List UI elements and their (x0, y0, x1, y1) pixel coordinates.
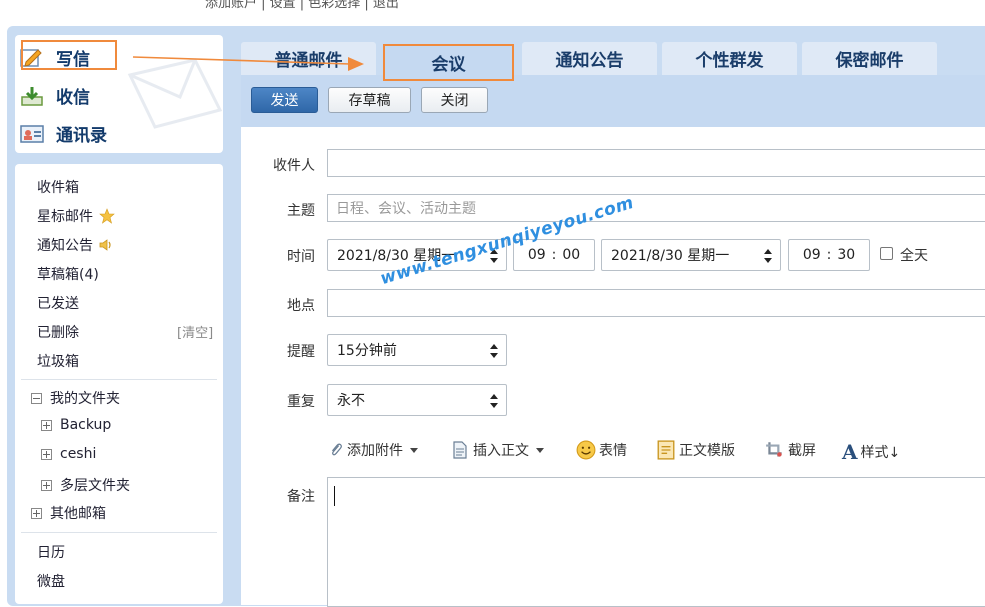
start-minute: 00 (562, 247, 581, 263)
folder-label: Backup (60, 417, 112, 433)
smiley-icon (576, 440, 596, 460)
receive-mail-button[interactable]: 收信 (20, 83, 90, 108)
location-input[interactable] (327, 289, 985, 317)
attach-label: 添加附件 (347, 443, 403, 459)
end-minute: 30 (837, 247, 856, 263)
emoji-button[interactable]: 表情 (576, 440, 627, 460)
emoji-label: 表情 (599, 443, 627, 459)
font-a-icon: A (842, 440, 858, 464)
download-tray-icon (21, 86, 43, 106)
select-arrow-icon (490, 344, 498, 358)
nav-deleted[interactable]: 已删除 (37, 322, 79, 342)
subject-label: 主题 (287, 203, 315, 219)
expand-icon[interactable]: + (41, 448, 52, 460)
close-button[interactable]: 关闭 (421, 87, 488, 113)
save-draft-button[interactable]: 存草稿 (328, 87, 411, 113)
location-label: 地点 (287, 298, 315, 314)
tab-confidential[interactable]: 保密邮件 (802, 42, 937, 75)
scissors-icon (766, 442, 782, 457)
clear-trash-link[interactable]: [清空] (177, 322, 213, 341)
nav-other-label: 其他邮箱 (50, 506, 106, 522)
nav-drafts[interactable]: 草稿箱(4) (37, 264, 99, 284)
insert-body-button[interactable]: 插入正文 (451, 440, 544, 460)
end-date-select[interactable]: 2021/8/30 星期一 (601, 239, 781, 271)
end-hour: 09 (802, 247, 821, 263)
caret-down-icon[interactable] (410, 447, 418, 453)
folder-item-ceshi[interactable]: + ceshi (41, 446, 96, 462)
tab-group-send[interactable]: 个性群发 (662, 42, 797, 75)
attach-button[interactable]: 添加附件 (328, 440, 418, 460)
write-highlight-box (21, 40, 117, 70)
reminder-select[interactable]: 15分钟前 (327, 334, 507, 366)
all-day-label: 全天 (900, 248, 928, 264)
repeat-select[interactable]: 永不 (327, 384, 507, 416)
template-icon (657, 440, 675, 460)
reminder-value: 15分钟前 (337, 343, 397, 359)
style-button[interactable]: A 样式↓ (842, 440, 900, 464)
template-label: 正文模版 (679, 443, 735, 459)
reminder-label: 提醒 (287, 344, 315, 360)
tab-normal-mail[interactable]: 普通邮件 (241, 42, 376, 75)
repeat-value: 永不 (337, 393, 365, 409)
time-colon: : (826, 247, 832, 263)
text-cursor (334, 486, 335, 506)
nav-divider (21, 532, 217, 533)
top-links-cut: 添加账户 | 设置 | 色彩选择 | 退出 (205, 0, 399, 11)
end-date-value: 2021/8/30 星期一 (611, 248, 730, 264)
send-button[interactable]: 发送 (251, 87, 318, 113)
start-hour: 09 (527, 247, 546, 263)
subject-input[interactable]: 日程、会议、活动主题 (327, 194, 985, 222)
screenshot-label: 截屏 (788, 443, 816, 459)
folder-item-backup[interactable]: + Backup (41, 417, 111, 433)
insert-body-label: 插入正文 (473, 443, 529, 459)
contact-card-icon (20, 124, 44, 143)
expand-icon[interactable]: + (31, 507, 42, 519)
expand-icon[interactable]: + (41, 419, 52, 431)
time-colon: : (551, 247, 557, 263)
document-icon (453, 441, 467, 459)
nav-inbox[interactable]: 收件箱 (37, 177, 79, 197)
template-button[interactable]: 正文模版 (656, 440, 735, 460)
tab-bar: 普通邮件 通知公告 个性群发 保密邮件 (241, 35, 985, 75)
nav-divider (21, 379, 217, 380)
recipients-label: 收件人 (273, 158, 315, 174)
folder-nav-panel: 收件箱 星标邮件 通知公告 草稿箱(4) 已发送 已删除 [清空] 垃圾箱 - … (15, 164, 223, 604)
folder-label: ceshi (60, 446, 97, 462)
style-label: 样式↓ (860, 445, 901, 461)
repeat-label: 重复 (287, 394, 315, 410)
receive-mail-label: 收信 (56, 88, 90, 108)
select-arrow-icon (764, 249, 772, 263)
recipients-input[interactable] (327, 149, 985, 177)
nav-other-mailboxes[interactable]: + 其他邮箱 (31, 503, 106, 523)
tab-meeting[interactable]: 会议 (383, 44, 514, 81)
screenshot-button[interactable]: 截屏 (765, 440, 816, 460)
caret-down-icon[interactable] (536, 447, 544, 453)
select-arrow-icon (490, 394, 498, 408)
all-day-checkbox[interactable] (880, 247, 893, 260)
tab-notice[interactable]: 通知公告 (522, 42, 657, 75)
nav-netdisk[interactable]: 微盘 (37, 571, 65, 591)
contacts-label: 通讯录 (56, 126, 107, 146)
notes-label: 备注 (287, 489, 315, 505)
envelope-decoration-icon (127, 58, 223, 129)
paperclip-icon (331, 443, 342, 456)
contacts-button[interactable]: 通讯录 (20, 121, 107, 146)
notes-editor[interactable] (327, 477, 985, 607)
time-label: 时间 (287, 249, 315, 265)
nav-calendar[interactable]: 日历 (37, 542, 65, 562)
end-time-input[interactable]: 09:30 (788, 239, 870, 271)
